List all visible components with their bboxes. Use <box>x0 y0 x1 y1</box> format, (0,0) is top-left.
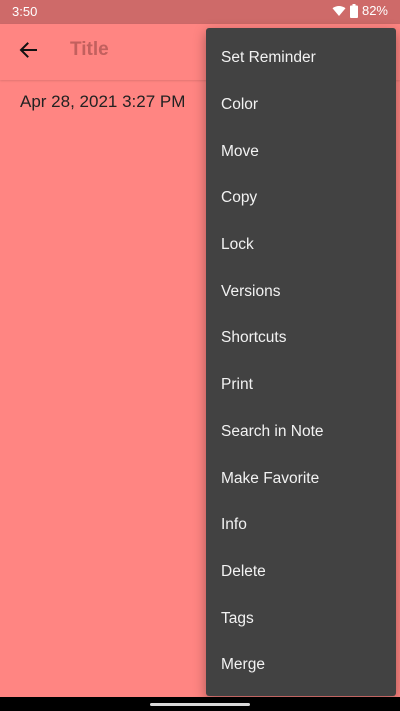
back-button[interactable] <box>12 36 44 68</box>
arrow-left-icon <box>19 41 37 64</box>
status-time: 3:50 <box>12 4 38 19</box>
menu-item-merge[interactable]: Merge <box>206 642 396 689</box>
menu-item-copy[interactable]: Copy <box>206 175 396 222</box>
battery-icon <box>349 3 358 18</box>
menu-item-lock[interactable]: Lock <box>206 222 396 269</box>
menu-item-color[interactable]: Color <box>206 82 396 129</box>
navigation-bar <box>0 697 400 711</box>
menu-item-print[interactable]: Print <box>206 362 396 409</box>
status-bar: 3:50 82% <box>0 0 400 24</box>
menu-item-info[interactable]: Info <box>206 502 396 549</box>
menu-item-set-reminder[interactable]: Set Reminder <box>206 35 396 82</box>
note-title-field[interactable]: Title <box>70 39 109 61</box>
battery-percent: 82% <box>361 3 388 18</box>
overflow-menu: Set Reminder Color Move Copy Lock Versio… <box>206 28 396 696</box>
note-date: Apr 28, 2021 3:27 PM <box>20 92 186 111</box>
menu-item-make-favorite[interactable]: Make Favorite <box>206 455 396 502</box>
menu-item-move[interactable]: Move <box>206 128 396 175</box>
note-editor-screen: 3:50 82% Title Apr 28, 2021 3:27 PM Set … <box>0 0 400 711</box>
menu-item-tags[interactable]: Tags <box>206 595 396 642</box>
home-gesture-handle[interactable] <box>150 703 250 706</box>
status-icons: 82% <box>332 3 388 18</box>
menu-item-search-in-note[interactable]: Search in Note <box>206 409 396 456</box>
wifi-icon <box>332 5 346 17</box>
menu-item-shortcuts[interactable]: Shortcuts <box>206 315 396 362</box>
menu-item-versions[interactable]: Versions <box>206 268 396 315</box>
menu-item-delete[interactable]: Delete <box>206 549 396 596</box>
